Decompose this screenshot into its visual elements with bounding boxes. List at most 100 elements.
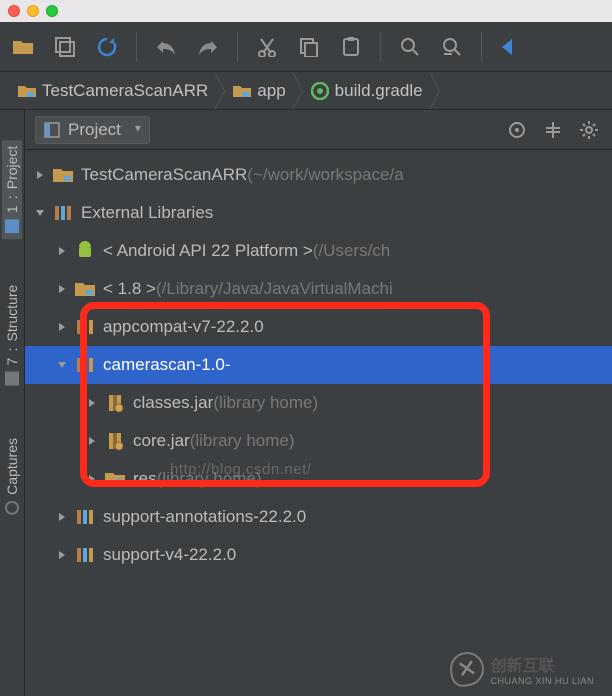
tree-row-suffix: (library home)	[190, 431, 295, 451]
main-toolbar	[0, 22, 612, 72]
folder-icon	[233, 84, 251, 98]
project-view-dropdown[interactable]: Project	[35, 116, 150, 144]
project-panel: Project TestCameraScanARR (~/work/worksp…	[25, 110, 612, 696]
disclosure-arrow-icon[interactable]	[33, 206, 47, 220]
disclosure-arrow-icon[interactable]	[55, 244, 69, 258]
watermark-logo: ✕ 创新互联 CHUANG XIN HU LIAN	[450, 652, 594, 686]
project-icon	[5, 219, 19, 233]
tree-row[interactable]: < 1.8 > (/Library/Java/JavaVirtualMachi	[25, 270, 612, 308]
disclosure-arrow-icon[interactable]	[55, 320, 69, 334]
copy-icon[interactable]	[296, 34, 322, 60]
tree-row-suffix: (/Users/ch	[313, 241, 390, 261]
jar-icon	[105, 431, 125, 451]
disclosure-arrow-icon[interactable]	[55, 282, 69, 296]
gutter-tab-project[interactable]: 1: Project	[2, 140, 22, 239]
tree-row-name: res	[133, 469, 157, 489]
find-icon[interactable]	[397, 34, 423, 60]
watermark-glyph-icon: ✕	[448, 649, 487, 688]
project-tree[interactable]: TestCameraScanARR (~/work/workspace/a Ext…	[25, 150, 612, 696]
breadcrumb-separator	[430, 72, 440, 110]
back-icon[interactable]	[498, 34, 524, 60]
breadcrumb-separator	[293, 72, 303, 110]
tree-row[interactable]: TestCameraScanARR (~/work/workspace/a	[25, 156, 612, 194]
tree-row-name: support-annotations-22.2.0	[103, 507, 306, 527]
paste-icon[interactable]	[338, 34, 364, 60]
tree-row[interactable]: core.jar (library home)	[25, 422, 612, 460]
folder-icon	[18, 84, 36, 98]
tree-row[interactable]: support-annotations-22.2.0	[25, 498, 612, 536]
toolbar-separator	[380, 32, 381, 62]
tree-row-name: core.jar	[133, 431, 190, 451]
settings-icon[interactable]	[576, 117, 602, 143]
autoscroll-icon[interactable]	[504, 117, 530, 143]
toolbar-separator	[237, 32, 238, 62]
breadcrumb-separator	[215, 72, 225, 110]
lib-icon	[75, 507, 95, 527]
jar-icon	[105, 393, 125, 413]
lib-icon	[75, 355, 95, 375]
tree-row-name: camerascan-1.0-	[103, 355, 231, 375]
tree-row[interactable]: camerascan-1.0-	[25, 346, 612, 384]
disclosure-arrow-icon[interactable]	[85, 396, 99, 410]
toolbar-separator	[136, 32, 137, 62]
tree-row-suffix: (/Library/Java/JavaVirtualMachi	[156, 279, 393, 299]
disclosure-arrow-icon[interactable]	[55, 548, 69, 562]
lib-icon	[75, 545, 95, 565]
save-all-icon[interactable]	[52, 34, 78, 60]
watermark-brand-cn: 创新互联	[490, 652, 594, 676]
tree-row[interactable]: support-v4-22.2.0	[25, 536, 612, 574]
breadcrumb-file[interactable]: build.gradle	[303, 72, 431, 110]
disclosure-arrow-icon[interactable]	[33, 168, 47, 182]
tree-row-name: classes.jar	[133, 393, 213, 413]
lib-icon	[75, 317, 95, 337]
breadcrumb-label: build.gradle	[335, 81, 423, 101]
watermark-brand-py: CHUANG XIN HU LIAN	[490, 676, 594, 686]
tree-row[interactable]: res (library home)	[25, 460, 612, 498]
replace-icon[interactable]	[439, 34, 465, 60]
breadcrumb-bar: TestCameraScanARR app build.gradle	[0, 72, 612, 110]
structure-icon	[5, 372, 19, 386]
tree-row-suffix: (library home)	[213, 393, 318, 413]
project-panel-header: Project	[25, 110, 612, 150]
lib-group-icon	[53, 203, 73, 223]
android-icon	[75, 241, 95, 261]
tree-row[interactable]: < Android API 22 Platform > (/Users/ch	[25, 232, 612, 270]
tree-row-name: TestCameraScanARR	[81, 165, 247, 185]
project-view-icon	[44, 122, 60, 138]
window-minimize-btn[interactable]	[27, 5, 39, 17]
tree-row-name: appcompat-v7-22.2.0	[103, 317, 264, 337]
refresh-icon[interactable]	[94, 34, 120, 60]
tree-row-name: < Android API 22 Platform >	[103, 241, 313, 261]
tree-row[interactable]: classes.jar (library home)	[25, 384, 612, 422]
module-icon	[53, 165, 73, 185]
open-icon[interactable]	[10, 34, 36, 60]
undo-icon[interactable]	[153, 34, 179, 60]
cut-icon[interactable]	[254, 34, 280, 60]
redo-icon[interactable]	[195, 34, 221, 60]
module-icon	[75, 279, 95, 299]
disclosure-arrow-icon[interactable]	[55, 510, 69, 524]
gutter-tab-structure[interactable]: 7: Structure	[2, 279, 22, 392]
tree-row-suffix: (~/work/workspace/a	[247, 165, 403, 185]
tool-window-gutter: 1: Project 7: Structure Captures	[0, 110, 25, 696]
breadcrumb-project[interactable]: TestCameraScanARR	[10, 72, 216, 110]
titlebar	[0, 0, 612, 22]
captures-icon	[5, 501, 19, 515]
disclosure-arrow-icon[interactable]	[85, 472, 99, 486]
toolbar-separator	[481, 32, 482, 62]
gutter-tab-captures[interactable]: Captures	[2, 432, 22, 521]
tree-row-suffix: (library home)	[157, 469, 262, 489]
breadcrumb-label: TestCameraScanARR	[42, 81, 208, 101]
disclosure-arrow-icon[interactable]	[55, 358, 69, 372]
window-maximize-btn[interactable]	[46, 5, 58, 17]
disclosure-arrow-icon[interactable]	[85, 434, 99, 448]
tree-row[interactable]: External Libraries	[25, 194, 612, 232]
window-close-btn[interactable]	[8, 5, 20, 17]
tree-row-name: support-v4-22.2.0	[103, 545, 236, 565]
tree-row-name: < 1.8 >	[103, 279, 156, 299]
breadcrumb-label: app	[257, 81, 285, 101]
tree-row[interactable]: appcompat-v7-22.2.0	[25, 308, 612, 346]
tree-row-name: External Libraries	[81, 203, 213, 223]
collapse-all-icon[interactable]	[540, 117, 566, 143]
breadcrumb-module[interactable]: app	[225, 72, 293, 110]
